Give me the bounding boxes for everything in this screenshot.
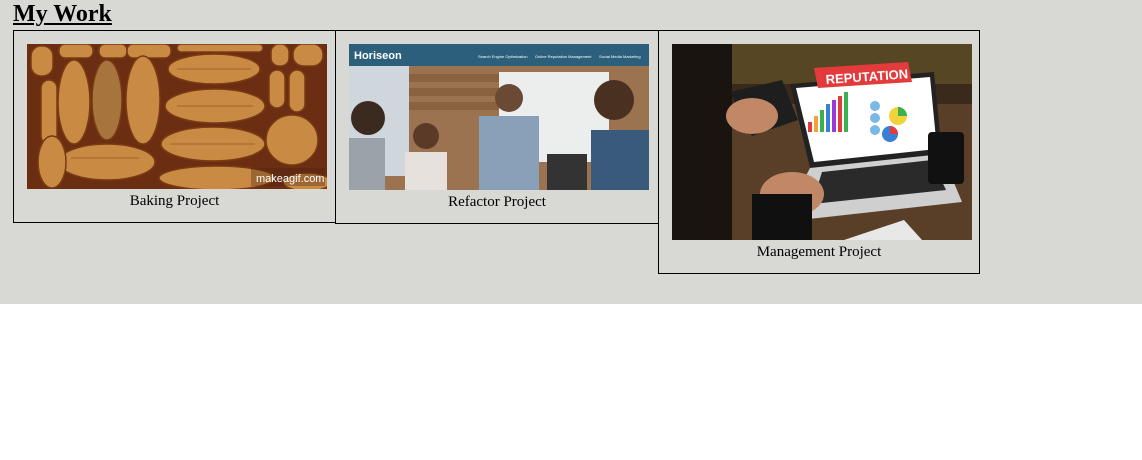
project-caption: Management Project xyxy=(756,244,882,260)
site-nav-item: Search Engine Optimization xyxy=(478,54,528,59)
site-nav-item: Social Media Marketing xyxy=(599,54,641,59)
page-heading: My Work xyxy=(13,1,112,27)
project-caption: Baking Project xyxy=(129,193,220,209)
project-caption: Refactor Project xyxy=(448,194,546,210)
team-meeting-image[interactable]: Horiseon Search Engine Optimization Onli… xyxy=(349,44,649,190)
site-nav-item: Online Reputation Management xyxy=(535,54,592,59)
project-card-refactor[interactable]: Horiseon Search Engine Optimization Onli… xyxy=(335,30,659,224)
laptop-reputation-image[interactable]: REPUTATION xyxy=(672,44,972,240)
project-card-management[interactable]: REPUTATION Management Project xyxy=(658,30,980,274)
bread-loaves-image[interactable]: makeagif.com xyxy=(27,44,327,189)
site-brand-text: Horiseon xyxy=(354,50,402,62)
watermark-text: makeagif.com xyxy=(256,173,324,185)
work-section: My Work makeagif.com Baking Project Hori… xyxy=(0,0,1142,304)
project-card-baking[interactable]: makeagif.com Baking Project xyxy=(13,30,336,223)
